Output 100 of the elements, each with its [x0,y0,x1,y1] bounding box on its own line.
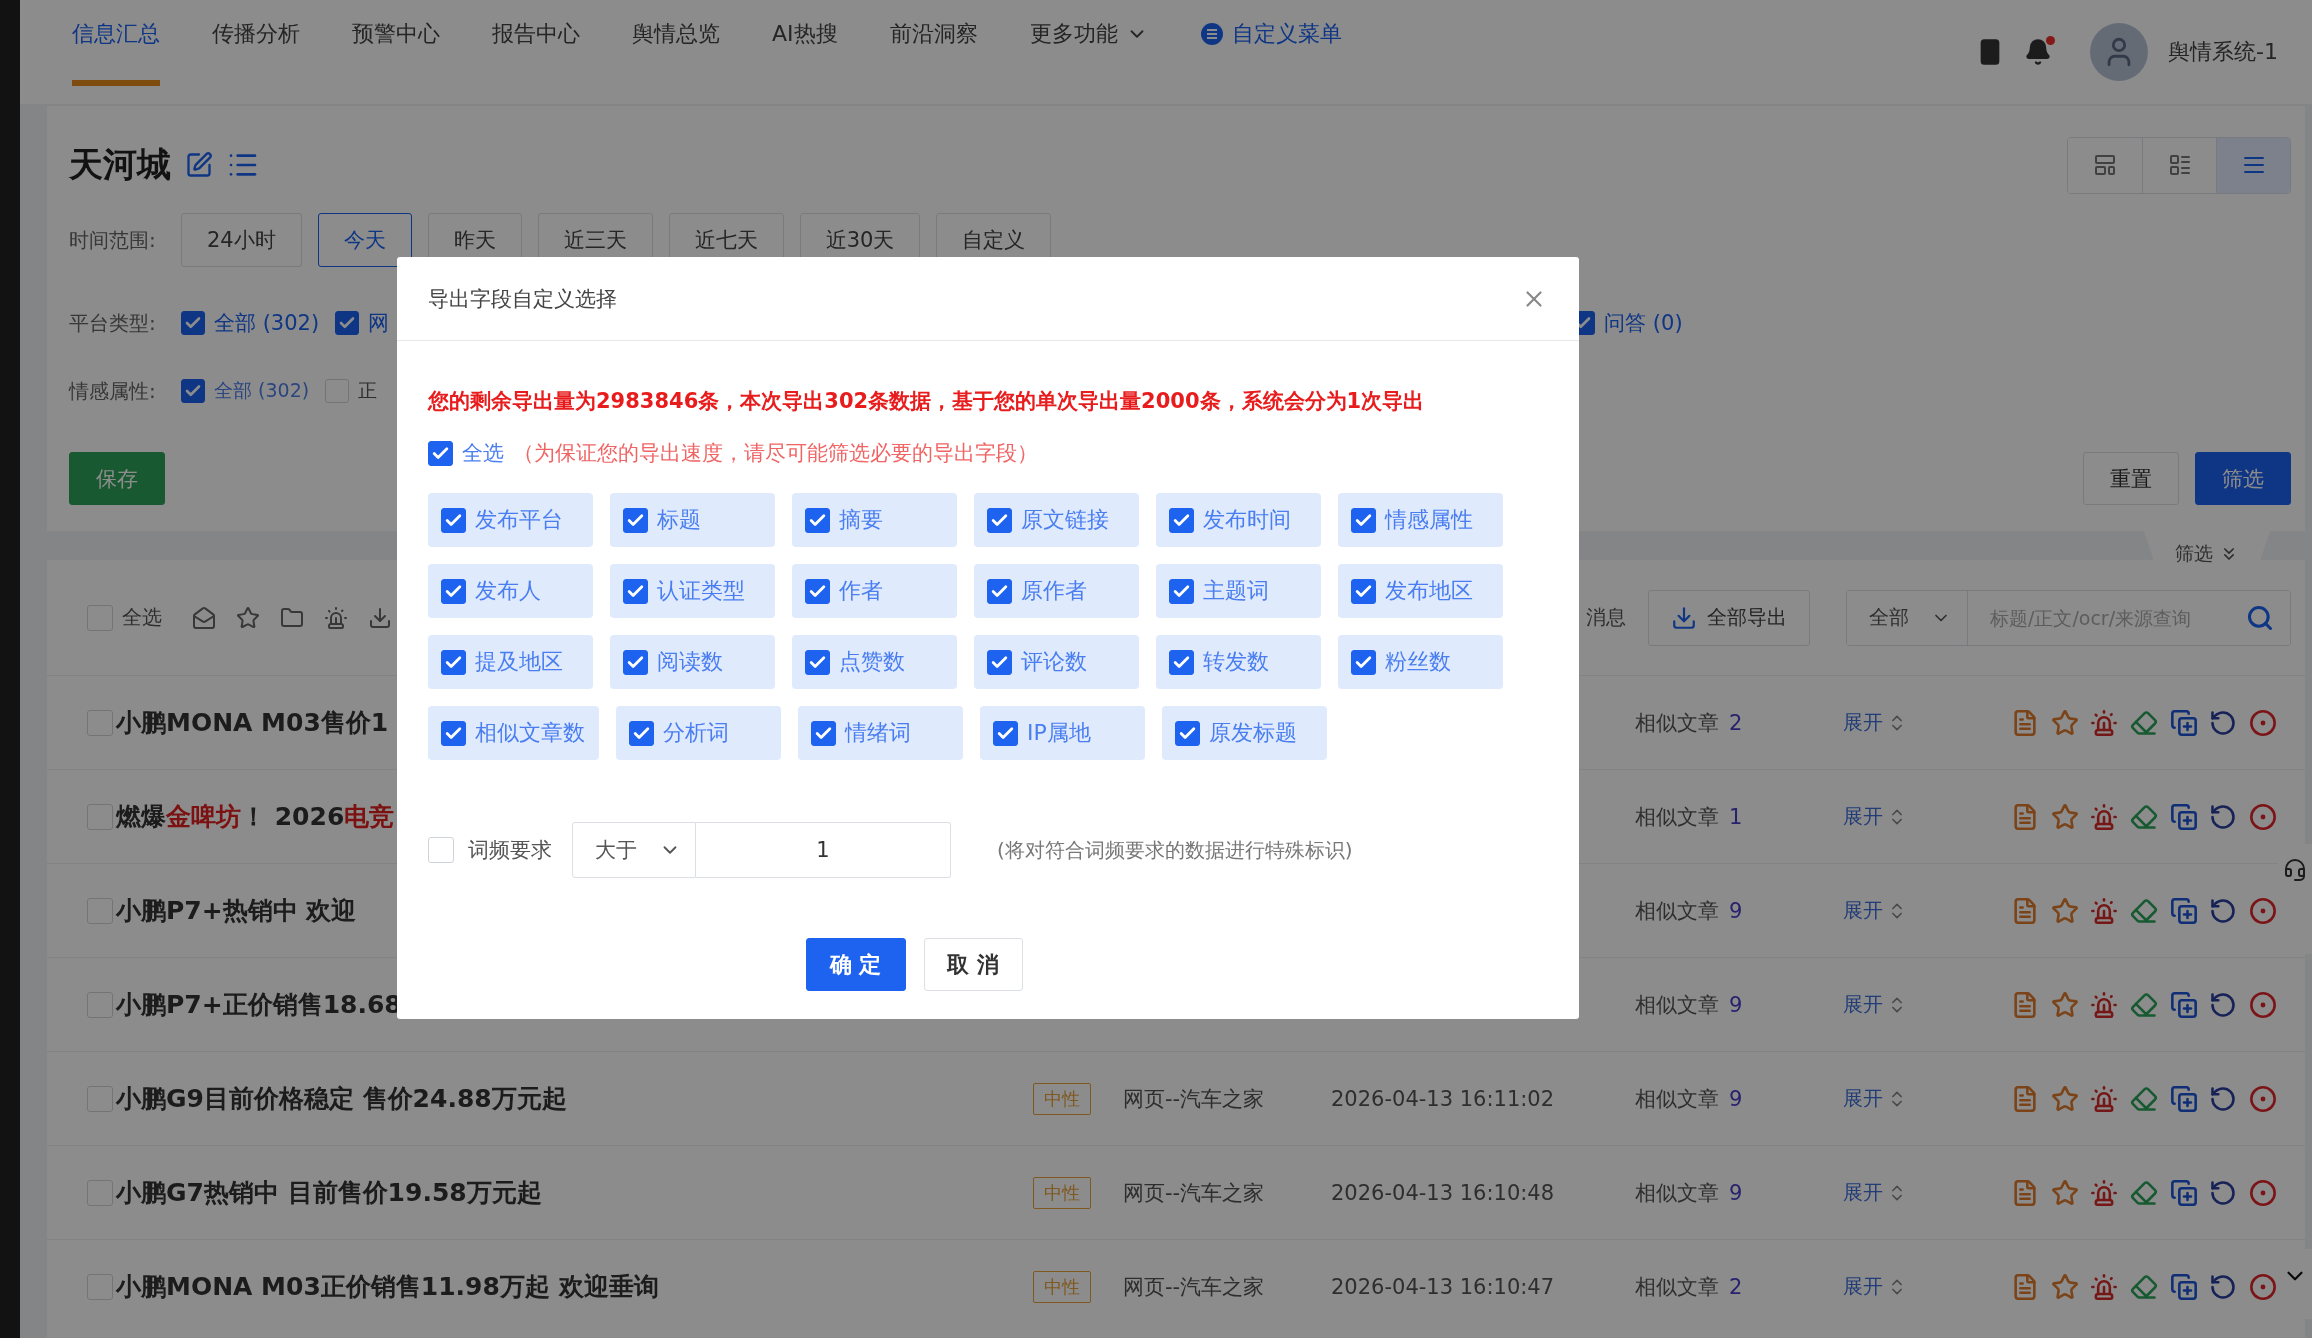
nav-tab[interactable]: 信息汇总 [72,0,160,86]
siren-icon[interactable] [2090,802,2119,831]
document-icon[interactable] [2011,1272,2039,1301]
checkbox[interactable] [181,311,205,335]
checkbox[interactable] [987,649,1012,675]
operator-select[interactable]: 大于 [572,822,696,878]
checkbox[interactable] [1351,649,1376,675]
copy-plus-icon[interactable] [2169,1178,2198,1207]
nav-tab[interactable]: AI热搜 [772,0,838,86]
nav-tab[interactable]: 舆情总览 [632,0,720,86]
document-icon[interactable] [2011,896,2039,925]
star-icon[interactable] [2050,1178,2079,1207]
field-chip[interactable]: 主题词 [1156,564,1321,618]
cancel-button[interactable]: 取 消 [923,938,1023,991]
bell-icon[interactable] [2024,38,2053,66]
copy-plus-icon[interactable] [2169,1272,2198,1301]
similar-count[interactable]: 2 [1729,710,1743,735]
expand-link[interactable]: 展开 [1843,1085,1907,1112]
eraser-icon[interactable] [2129,1178,2158,1207]
rotate-icon[interactable] [2209,1178,2238,1207]
eraser-icon[interactable] [2129,990,2158,1019]
frequency-input[interactable]: 1 [696,822,951,878]
field-chip[interactable]: 发布平台 [428,493,593,547]
siren-icon[interactable] [324,605,348,630]
target-icon[interactable] [2248,896,2277,925]
time-option[interactable]: 今天 [317,213,412,267]
checkbox[interactable] [623,507,648,533]
checkbox[interactable] [441,649,466,675]
checkbox[interactable] [1169,578,1194,604]
field-chip[interactable]: 原发标题 [1162,706,1327,760]
field-chip[interactable]: 原作者 [974,564,1139,618]
field-chip[interactable]: 提及地区 [428,635,593,689]
target-icon[interactable] [2248,990,2277,1019]
scope-select[interactable]: 全部 [1847,590,1968,645]
document-icon[interactable] [2011,1178,2039,1207]
star-icon[interactable] [2050,1084,2079,1113]
user-name[interactable]: 舆情系统-1 [2168,37,2278,67]
eraser-icon[interactable] [2129,1272,2158,1301]
rotate-icon[interactable] [2209,708,2238,737]
field-chip[interactable]: IP属地 [980,706,1145,760]
article-title[interactable]: 小鹏G7热销中 目前售价19.58万元起 [116,1176,542,1209]
star-icon[interactable] [2050,802,2079,831]
star-icon[interactable] [2050,896,2079,925]
field-chip[interactable]: 点赞数 [792,635,957,689]
target-icon[interactable] [2248,708,2277,737]
expand-link[interactable]: 展开 [1843,803,1907,830]
checkbox[interactable] [805,578,830,604]
rotate-icon[interactable] [2209,802,2238,831]
mail-icon[interactable] [192,605,216,630]
download-icon[interactable] [368,605,392,630]
field-chip[interactable]: 发布人 [428,564,593,618]
field-chip[interactable]: 认证类型 [610,564,775,618]
field-chip[interactable]: 相似文章数 [428,706,599,760]
document-icon[interactable] [2011,802,2039,831]
siren-icon[interactable] [2090,1084,2119,1113]
target-icon[interactable] [2248,1178,2277,1207]
save-button[interactable]: 保存 [69,452,165,505]
similar-count[interactable]: 2 [1729,1274,1743,1299]
siren-icon[interactable] [2090,896,2119,925]
nav-tab[interactable]: 传播分析 [212,0,300,86]
checkbox[interactable] [987,578,1012,604]
nav-tab[interactable]: 更多功能 [1029,0,1148,86]
target-icon[interactable] [2248,802,2277,831]
article-title[interactable]: 小鹏G9目前价格稳定 售价24.88万元起 [116,1082,567,1115]
expand-link[interactable]: 展开 [1843,897,1907,924]
expand-link[interactable]: 展开 [1843,1273,1907,1300]
similar-count[interactable]: 9 [1729,1180,1743,1205]
expand-link[interactable]: 展开 [1843,991,1907,1018]
checkbox[interactable] [441,578,466,604]
copy-plus-icon[interactable] [2169,896,2198,925]
time-option[interactable]: 24小时 [181,213,302,267]
star-icon[interactable] [2050,990,2079,1019]
siren-icon[interactable] [2090,708,2119,737]
field-chip[interactable]: 原文链接 [974,493,1139,547]
reset-button[interactable]: 重置 [2083,452,2179,505]
checkbox[interactable] [623,649,648,675]
siren-icon[interactable] [2090,1272,2119,1301]
eraser-icon[interactable] [2129,896,2158,925]
filter-button[interactable]: 筛选 [2195,452,2291,505]
field-chip[interactable]: 情绪词 [798,706,963,760]
similar-count[interactable]: 9 [1729,992,1743,1017]
rotate-icon[interactable] [2209,990,2238,1019]
article-title[interactable]: 小鹏MONA M03售价1 [116,706,389,739]
star-icon[interactable] [2050,708,2079,737]
field-chip[interactable]: 评论数 [974,635,1139,689]
checkbox[interactable] [1169,507,1194,533]
checkbox[interactable] [181,379,205,403]
copy-plus-icon[interactable] [2169,802,2198,831]
article-title[interactable]: 小鹏P7+热销中 欢迎 [116,894,357,927]
similar-count[interactable]: 9 [1729,1086,1743,1111]
checkbox[interactable] [441,720,466,746]
checkbox[interactable] [1351,578,1376,604]
field-chip[interactable]: 转发数 [1156,635,1321,689]
checkbox[interactable] [805,507,830,533]
checkbox[interactable] [805,649,830,675]
export-all-button[interactable]: 全部导出 [1648,589,1810,646]
headset-icon[interactable] [2283,858,2307,882]
eraser-icon[interactable] [2129,708,2158,737]
nav-tab[interactable]: 报告中心 [492,0,580,86]
field-chip[interactable]: 情感属性 [1338,493,1503,547]
